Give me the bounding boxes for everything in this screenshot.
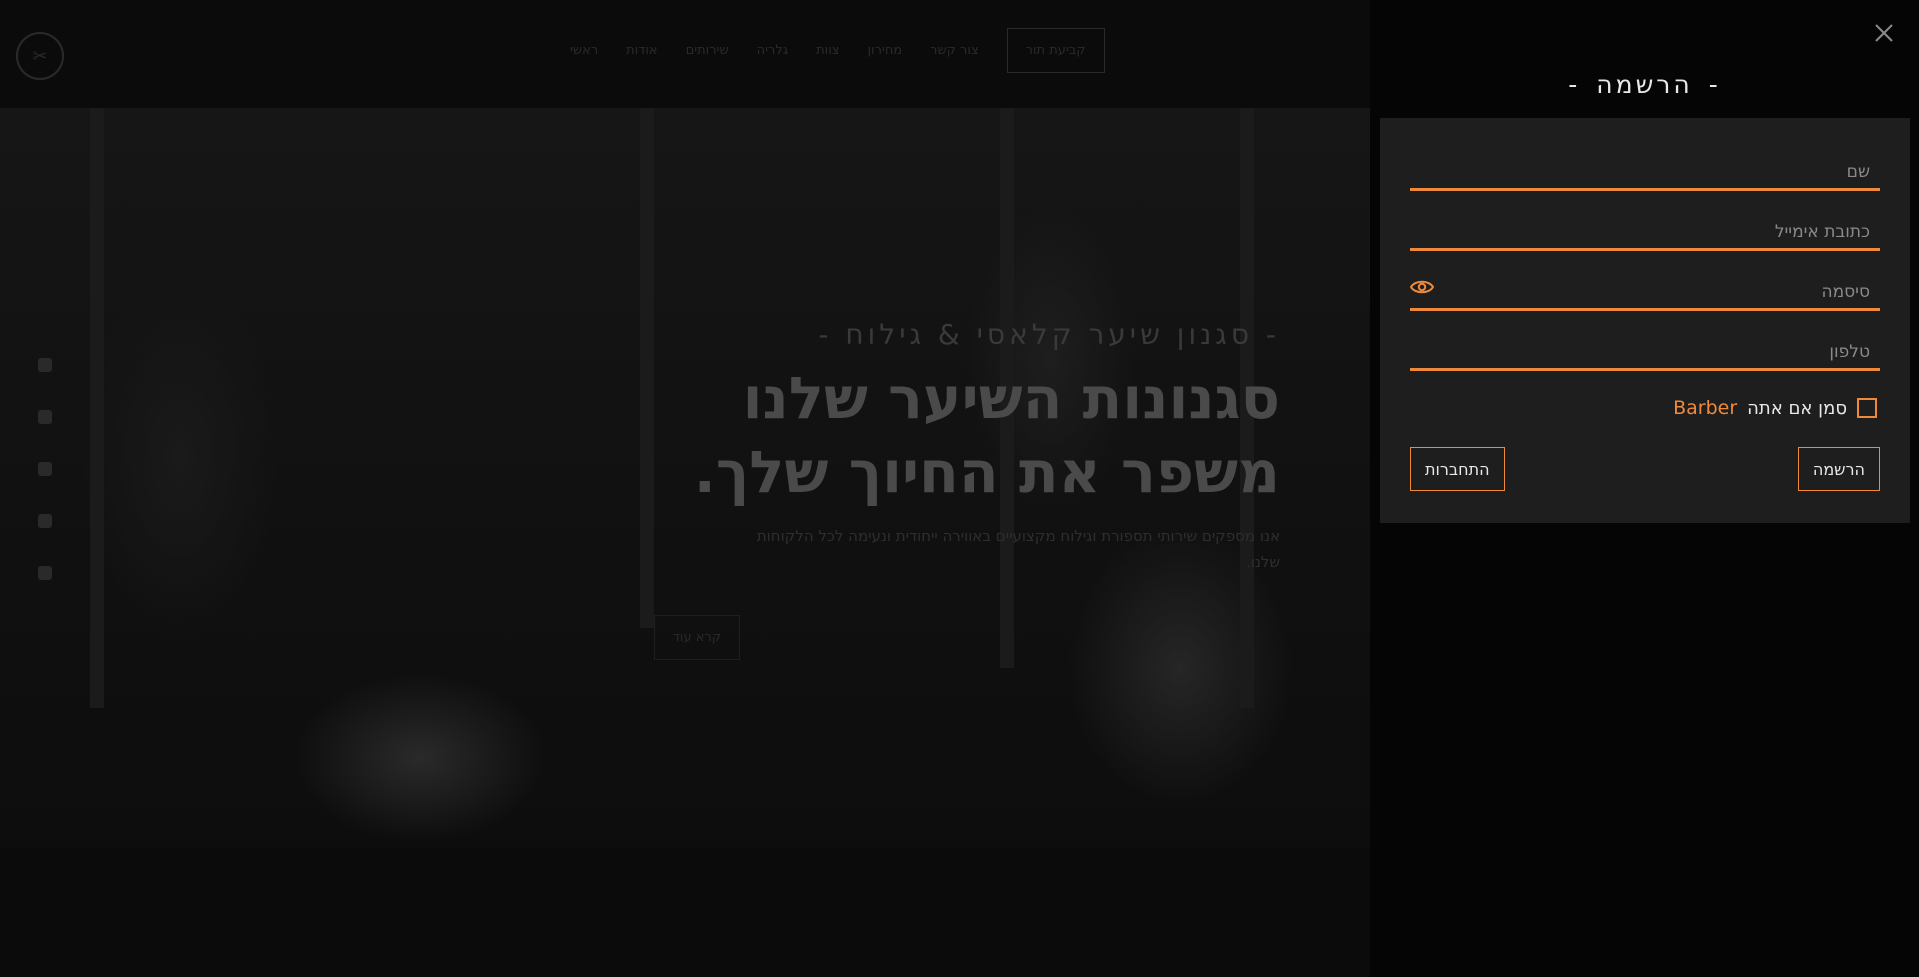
nav-item-team[interactable]: צוות [816, 43, 839, 58]
email-field-wrapper [1410, 208, 1880, 251]
site-logo[interactable]: ✂ [16, 32, 64, 80]
form-buttons: הרשמה התחברות [1410, 447, 1880, 491]
pinterest-icon[interactable] [38, 566, 52, 580]
barber-checkbox-label: סמן אם אתה [1747, 397, 1847, 419]
password-field-wrapper [1409, 268, 1880, 311]
register-button[interactable]: הרשמה [1797, 447, 1880, 491]
facebook-icon[interactable] [38, 358, 52, 372]
eye-icon[interactable] [1409, 278, 1435, 296]
nav-item-gallery[interactable]: גלריה [757, 43, 788, 58]
hero-description: אנו מספקים שירותי תספורת וגילוח מקצועיים… [756, 527, 1280, 571]
nav-item-contact[interactable]: צור קשר [930, 43, 979, 58]
close-button[interactable] [1871, 20, 1897, 46]
hero-title-line1: סגנונות השיער שלנו [742, 364, 1280, 432]
modal-heading: -הרשמה- [1568, 70, 1721, 99]
registration-overlay: -הרשמה- שם כתובת אימייל טלפון סמן אם אתה… [1370, 0, 1919, 977]
hero-read-more-button[interactable]: קרא עוד [653, 615, 740, 660]
hero-section: - סגנון שיער קלאסי & גילוח - סגנונות השי… [560, 318, 1280, 660]
nav-item-about[interactable]: אודות [626, 43, 657, 58]
instagram-icon[interactable] [38, 410, 52, 424]
nav-item-pricing[interactable]: מחירון [867, 43, 902, 58]
site-navigation: ראשי אודות שירותים גלריה צוות מחירון צור… [570, 28, 1105, 73]
youtube-icon[interactable] [38, 514, 52, 528]
phone-field-wrapper [1410, 328, 1880, 371]
password-input[interactable] [1410, 268, 1880, 308]
twitter-icon[interactable] [38, 462, 52, 476]
nav-item-home[interactable]: ראשי [570, 43, 598, 58]
name-field-wrapper [1410, 148, 1880, 191]
nav-cta-button[interactable]: קביעת תור [1006, 28, 1105, 73]
social-links [38, 358, 52, 580]
modal-heading-text: הרשמה [1596, 70, 1693, 99]
hero-tagline: - סגנון שיער קלאסי & גילוח - [818, 318, 1280, 351]
phone-input[interactable] [1410, 328, 1880, 368]
barber-checkbox-brand: Barber [1673, 397, 1738, 419]
background-site: ✂ ראשי אודות שירותים גלריה צוות מחירון צ… [0, 0, 1370, 977]
barber-checkbox-row: סמן אם אתה Barber [1410, 395, 1880, 421]
email-input[interactable] [1410, 208, 1880, 248]
nav-item-services[interactable]: שירותים [686, 43, 729, 58]
barber-checkbox[interactable] [1857, 398, 1877, 418]
name-input[interactable] [1410, 148, 1880, 188]
page: ✂ ראשי אודות שירותים גלריה צוות מחירון צ… [0, 0, 1919, 977]
close-icon [1875, 24, 1893, 42]
registration-form: סמן אם אתה Barber הרשמה התחברות [1380, 118, 1910, 523]
hero-title-line2: משפר את החיוך שלך. [693, 438, 1280, 506]
login-button[interactable]: התחברות [1410, 447, 1505, 491]
